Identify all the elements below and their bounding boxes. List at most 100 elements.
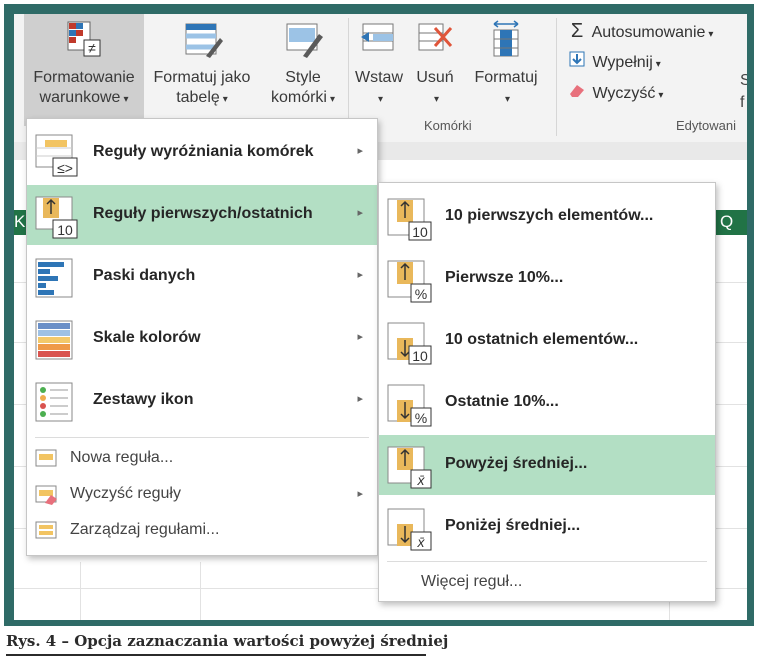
cell-styles-label-line2: komórki <box>270 89 327 106</box>
fill-label: Wypełnij <box>592 54 653 71</box>
menu-separator <box>387 561 707 562</box>
chevron-right-icon: ▸ <box>357 145 363 157</box>
figure-caption: Rys. 4 – Opcja zaznaczania wartości powy… <box>6 632 449 650</box>
menu-item-data-bars[interactable]: Paski danych ▸ <box>27 247 377 307</box>
cells-group-label: Komórki <box>424 118 472 133</box>
format-cells-button[interactable]: Formatuj ▾ <box>464 14 548 126</box>
submenu-item-label: 10 ostatnich elementów... <box>445 331 639 348</box>
chevron-down-icon: ▾ <box>377 94 384 105</box>
editing-group-label: Edytowani <box>676 118 736 133</box>
partial-ribbon-text: f <box>740 94 745 111</box>
top-bottom-rules-icon: 10 <box>35 196 78 239</box>
badge-text: x̄ <box>417 472 426 488</box>
chevron-right-icon: ▸ <box>357 207 363 219</box>
sigma-icon: Σ <box>570 20 584 42</box>
data-bars-icon <box>35 258 73 298</box>
submenu-item-top-10-items[interactable]: 10 10 pierwszych elementów... <box>379 187 715 247</box>
badge-text: % <box>415 410 427 426</box>
menu-item-label: Wyczyść reguły <box>70 485 181 502</box>
menu-item-label: Paski danych <box>93 267 196 284</box>
badge-text: 10 <box>412 224 428 240</box>
menu-separator <box>35 437 369 438</box>
submenu-item-label: 10 pierwszych elementów... <box>445 207 654 224</box>
badge-text: 10 <box>412 348 428 364</box>
conditional-formatting-label-line1: Formatowanie <box>33 69 135 86</box>
conditional-formatting-menu: ≤> Reguły wyróżniania komórek ▸ 10 Reguł… <box>26 118 378 556</box>
submenu-item-label: Powyżej średniej... <box>445 455 588 472</box>
menu-item-label: Zestawy ikon <box>93 391 194 408</box>
highlight-cells-rules-icon: ≤> <box>35 134 78 177</box>
submenu-item-above-average[interactable]: x̄ Powyżej średniej... <box>379 435 715 495</box>
svg-text:≠: ≠ <box>88 40 96 56</box>
top-10-percent-icon: % <box>387 260 432 303</box>
insert-cells-icon <box>361 23 394 51</box>
submenu-item-bottom-10-items[interactable]: 10 10 ostatnich elementów... <box>379 311 715 371</box>
clear-rules-icon <box>35 485 57 505</box>
badge-text: x̄ <box>417 534 426 550</box>
menu-item-highlight-cells-rules[interactable]: ≤> Reguły wyróżniania komórek ▸ <box>27 123 377 183</box>
format-as-table-button[interactable]: Formatuj jako tabelę ▾ <box>146 14 258 126</box>
menu-item-label: Reguły pierwszych/ostatnich <box>93 205 313 222</box>
cell-styles-icon <box>286 23 323 58</box>
conditional-formatting-label-line2: warunkowe <box>39 89 121 106</box>
submenu-item-bottom-10-percent[interactable]: % Ostatnie 10%... <box>379 373 715 433</box>
chevron-down-icon: ▾ <box>655 59 661 70</box>
icon-sets-icon <box>35 382 73 422</box>
autosum-button[interactable]: Σ Autosumowanie ▾ <box>566 20 714 43</box>
svg-text:10: 10 <box>57 222 73 238</box>
column-header-k[interactable]: K <box>14 212 25 232</box>
format-cells-icon <box>493 20 519 57</box>
clear-button[interactable]: Wyczyść ▾ <box>566 82 663 103</box>
delete-label: Usuń <box>416 69 454 86</box>
partial-ribbon-text: S <box>740 72 747 89</box>
chevron-right-icon: ▸ <box>357 488 363 500</box>
submenu-item-more-rules[interactable]: Więcej reguł... <box>379 565 715 599</box>
bottom-10-items-icon: 10 <box>387 322 432 365</box>
caption-underline <box>6 654 426 656</box>
chevron-down-icon: ▾ <box>658 90 664 101</box>
fill-down-icon <box>566 51 588 72</box>
chevron-down-icon: ▾ <box>433 94 440 105</box>
menu-item-label: Skale kolorów <box>93 329 201 346</box>
below-average-icon: x̄ <box>387 508 432 551</box>
chevron-right-icon: ▸ <box>357 269 363 281</box>
badge-text: % <box>415 286 427 302</box>
submenu-item-label: Pierwsze 10%... <box>445 269 564 286</box>
menu-item-icon-sets[interactable]: Zestawy ikon ▸ <box>27 371 377 431</box>
menu-item-new-rule[interactable]: Nowa reguła... <box>27 441 377 475</box>
menu-item-color-scales[interactable]: Skale kolorów ▸ <box>27 309 377 369</box>
format-as-table-label-line2: tabelę <box>176 89 220 106</box>
ribbon-divider <box>556 18 557 136</box>
column-header-q[interactable]: Q <box>720 212 733 232</box>
submenu-item-top-10-percent[interactable]: % Pierwsze 10%... <box>379 249 715 309</box>
cell-styles-label-line1: Style <box>285 69 321 86</box>
menu-item-label: Zarządzaj regułami... <box>70 521 220 538</box>
grid-line <box>200 562 201 620</box>
submenu-item-label: Ostatnie 10%... <box>445 393 559 410</box>
submenu-item-label: Więcej reguł... <box>421 573 523 590</box>
bottom-10-percent-icon: % <box>387 384 432 427</box>
manage-rules-icon <box>35 521 57 539</box>
chevron-down-icon: ▾ <box>708 29 714 40</box>
top-10-items-icon: 10 <box>387 198 432 241</box>
cell-styles-button[interactable]: Style komórki ▾ <box>260 14 346 126</box>
insert-button[interactable]: Wstaw ▾ <box>352 14 406 126</box>
fill-button[interactable]: Wypełnij ▾ <box>566 51 661 72</box>
menu-item-label: Reguły wyróżniania komórek <box>93 143 314 160</box>
format-label: Formatuj <box>474 69 538 86</box>
submenu-item-below-average[interactable]: x̄ Poniżej średniej... <box>379 497 715 557</box>
format-as-table-icon <box>185 23 223 58</box>
chevron-down-icon: ▾ <box>329 94 336 105</box>
autosum-label: Autosumowanie <box>591 24 706 41</box>
color-scales-icon <box>35 320 73 360</box>
delete-button[interactable]: Usuń ▾ <box>408 14 462 126</box>
menu-item-label: Nowa reguła... <box>70 449 174 466</box>
menu-item-top-bottom-rules[interactable]: 10 Reguły pierwszych/ostatnich ▸ <box>27 185 377 245</box>
chevron-down-icon: ▾ <box>123 94 129 105</box>
clear-label: Wyczyść <box>592 85 656 102</box>
menu-item-manage-rules[interactable]: Zarządzaj regułami... <box>27 513 377 547</box>
conditional-formatting-icon: ≠ <box>67 21 101 57</box>
conditional-formatting-button[interactable]: ≠ Formatowanie warunkowe ▾ <box>24 14 144 126</box>
above-average-icon: x̄ <box>387 446 432 489</box>
menu-item-clear-rules[interactable]: Wyczyść reguły ▸ <box>27 477 377 511</box>
